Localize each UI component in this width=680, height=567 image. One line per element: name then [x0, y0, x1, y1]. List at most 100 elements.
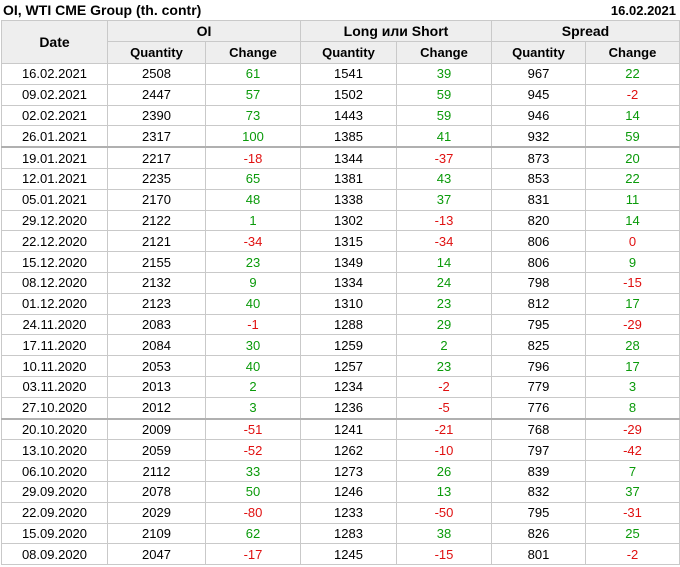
date-cell: 15.12.2020: [1, 251, 108, 273]
oi-change-cell: -52: [205, 439, 301, 462]
long-short-quantity-cell: 1245: [300, 543, 397, 566]
spread-change-cell: 17: [585, 292, 680, 315]
date-column-header: Date: [1, 20, 108, 64]
spread-change-cell: -29: [585, 417, 680, 441]
spread-quantity-cell: 831: [491, 188, 586, 211]
spread-change-cell: 7: [585, 460, 680, 482]
long-short-change-cell: 13: [396, 480, 492, 503]
date-cell: 08.09.2020: [1, 543, 108, 566]
spread-change-cell: -15: [585, 271, 680, 294]
table-row: 02.02.2021 2390 73 1443 59 946 14: [1, 104, 680, 127]
spread-quantity-cell: 820: [491, 209, 586, 232]
long-short-quantity-cell: 1334: [300, 271, 397, 294]
table-row: 17.11.2020 2084 30 1259 2 825 28: [1, 334, 680, 357]
long-short-quantity-cell: 1234: [300, 375, 397, 398]
long-short-group-header: Long или Short: [300, 20, 492, 42]
date-cell: 02.02.2021: [1, 104, 108, 127]
spread-change-cell: -31: [585, 501, 680, 524]
oi-change-header: Change: [205, 41, 301, 64]
spread-change-cell: 11: [585, 188, 680, 211]
table-row: 16.02.2021 2508 61 1541 39 967 22: [1, 63, 680, 85]
long-short-change-cell: 26: [396, 460, 492, 482]
spread-quantity-cell: 825: [491, 334, 586, 357]
spread-quantity-cell: 806: [491, 230, 586, 253]
table-row: 10.11.2020 2053 40 1257 23 796 17: [1, 355, 680, 377]
long-short-quantity-cell: 1344: [300, 146, 397, 169]
oi-change-cell: 2: [205, 375, 301, 398]
long-short-change-cell: 14: [396, 251, 492, 273]
date-cell: 16.02.2021: [1, 63, 108, 85]
cot-table: Date OI Long или Short Spread Quantity C…: [1, 20, 680, 566]
long-short-change-cell: 24: [396, 271, 492, 294]
table-row: 15.12.2020 2155 23 1349 14 806 9: [1, 251, 680, 273]
spread-change-cell: 28: [585, 334, 680, 357]
spread-quantity-cell: 776: [491, 396, 586, 420]
spread-quantity-cell: 806: [491, 251, 586, 273]
table-row: 05.01.2021 2170 48 1338 37 831 11: [1, 188, 680, 211]
long-short-quantity-cell: 1315: [300, 230, 397, 253]
long-short-change-header: Change: [396, 41, 492, 64]
long-short-quantity-cell: 1262: [300, 439, 397, 462]
spread-group-header: Spread: [491, 20, 680, 42]
date-cell: 20.10.2020: [1, 417, 108, 441]
oi-change-cell: 40: [205, 292, 301, 315]
oi-quantity-cell: 2083: [107, 313, 206, 336]
oi-quantity-cell: 2317: [107, 125, 206, 148]
oi-quantity-cell: 2112: [107, 460, 206, 482]
long-short-quantity-cell: 1443: [300, 104, 397, 127]
report-date: 16.02.2021: [610, 3, 676, 18]
long-short-quantity-cell: 1259: [300, 334, 397, 357]
spread-change-cell: 8: [585, 396, 680, 420]
report-header: OI, WTI CME Group (th. contr) 16.02.2021: [0, 0, 680, 20]
oi-quantity-cell: 2059: [107, 439, 206, 462]
spread-quantity-cell: 853: [491, 167, 586, 190]
spread-quantity-cell: 801: [491, 543, 586, 566]
long-short-change-cell: -2: [396, 375, 492, 398]
table-row: 03.11.2020 2013 2 1234 -2 779 3: [1, 375, 680, 398]
spread-quantity-cell: 768: [491, 417, 586, 441]
long-short-quantity-cell: 1349: [300, 251, 397, 273]
date-cell: 24.11.2020: [1, 313, 108, 336]
date-cell: 22.09.2020: [1, 501, 108, 524]
oi-quantity-cell: 2170: [107, 188, 206, 211]
long-short-quantity-cell: 1241: [300, 417, 397, 441]
oi-change-cell: 61: [205, 63, 301, 85]
oi-quantity-cell: 2053: [107, 355, 206, 377]
long-short-quantity-cell: 1273: [300, 460, 397, 482]
oi-quantity-cell: 2390: [107, 104, 206, 127]
oi-change-cell: 30: [205, 334, 301, 357]
long-short-change-cell: 43: [396, 167, 492, 190]
long-short-change-cell: 38: [396, 522, 492, 545]
long-short-quantity-cell: 1502: [300, 83, 397, 106]
spread-quantity-cell: 795: [491, 313, 586, 336]
table-row: 29.12.2020 2122 1 1302 -13 820 14: [1, 209, 680, 232]
spread-quantity-cell: 945: [491, 83, 586, 106]
long-short-change-cell: 23: [396, 355, 492, 377]
date-cell: 15.09.2020: [1, 522, 108, 545]
oi-quantity-cell: 2447: [107, 83, 206, 106]
oi-quantity-cell: 2235: [107, 167, 206, 190]
date-cell: 22.12.2020: [1, 230, 108, 253]
spread-quantity-header: Quantity: [491, 41, 586, 64]
oi-quantity-cell: 2155: [107, 251, 206, 273]
long-short-change-cell: -34: [396, 230, 492, 253]
date-cell: 10.11.2020: [1, 355, 108, 377]
spread-change-cell: -2: [585, 543, 680, 566]
oi-change-cell: 65: [205, 167, 301, 190]
spread-change-cell: 25: [585, 522, 680, 545]
long-short-change-cell: -15: [396, 543, 492, 566]
spread-quantity-cell: 798: [491, 271, 586, 294]
oi-change-cell: 33: [205, 460, 301, 482]
oi-quantity-cell: 2122: [107, 209, 206, 232]
spread-quantity-cell: 796: [491, 355, 586, 377]
spread-quantity-cell: 873: [491, 146, 586, 169]
long-short-change-cell: 39: [396, 63, 492, 85]
date-cell: 29.09.2020: [1, 480, 108, 503]
spread-quantity-cell: 839: [491, 460, 586, 482]
long-short-change-cell: -50: [396, 501, 492, 524]
date-cell: 27.10.2020: [1, 396, 108, 420]
oi-quantity-cell: 2009: [107, 417, 206, 441]
date-cell: 17.11.2020: [1, 334, 108, 357]
table-row: 13.10.2020 2059 -52 1262 -10 797 -42: [1, 439, 680, 462]
spread-change-cell: -42: [585, 439, 680, 462]
